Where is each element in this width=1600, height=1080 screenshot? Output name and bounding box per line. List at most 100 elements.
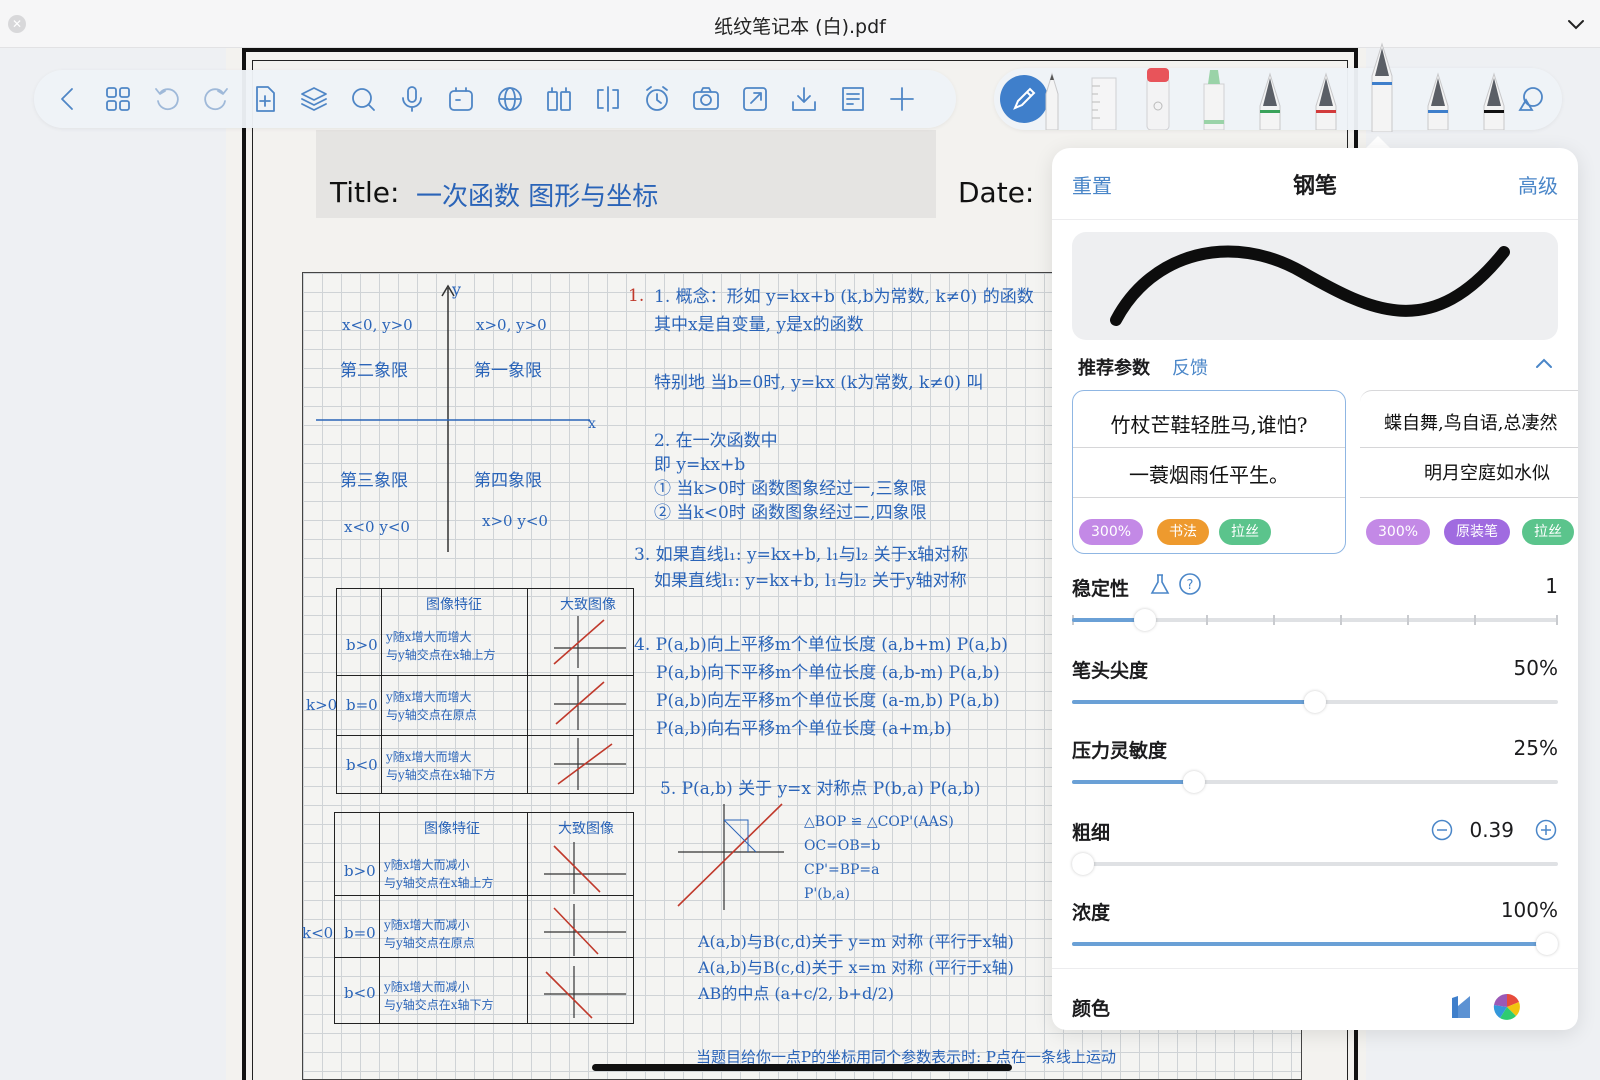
help-icon[interactable]: ? xyxy=(1178,572,1202,596)
color-setting: 颜色 xyxy=(1072,994,1558,1021)
pen-settings-popover: 重置 钢笔 高级 推荐参数 反馈 竹杖芒鞋轻胜马,谁怕? 一蓑烟雨任平生。 30… xyxy=(1052,148,1578,1030)
notes-icon[interactable] xyxy=(835,81,871,117)
q4-name: 第四象限 xyxy=(474,471,542,491)
note-line-2: 其中x是自变量, y是x的函数 xyxy=(654,315,864,335)
thickness-slider-knob[interactable] xyxy=(1072,853,1094,875)
stability-slider[interactable] xyxy=(1072,609,1558,631)
split-icon[interactable] xyxy=(590,81,626,117)
note-line-15: △BOP ≌ △COP'(AAS) xyxy=(804,814,954,830)
note-line-3: 特别地 当b=0时, y=kx (k为常数, k≠0) 叫 xyxy=(654,373,984,393)
fountain-pen-blue-selected-icon[interactable] xyxy=(1366,36,1398,133)
note-line-7: ② 当k<0时 函数图象经过二,四象限 xyxy=(654,503,927,523)
pressure-slider[interactable] xyxy=(1072,771,1558,793)
preset-card-2[interactable]: 蝶自舞,鸟自语,总凄然 明月空庭如水似 300% 原装笔 拉丝 xyxy=(1360,390,1578,554)
plus-icon[interactable] xyxy=(884,81,920,117)
note-line-13: P(a,b)向右平移m个单位长度 (a+m,b) xyxy=(656,719,952,739)
note-line-5: 即 y=kx+b xyxy=(654,455,746,475)
shapes-tool-icon[interactable] xyxy=(1516,84,1546,114)
plus-circle-icon[interactable] xyxy=(1534,818,1558,842)
opacity-slider-knob[interactable] xyxy=(1536,933,1558,955)
preset-2-tag-style: 原装笔 xyxy=(1444,519,1510,545)
table2-row1-desc1: y随x增大而减小 xyxy=(384,858,470,872)
note-line-10: 4. P(a,b)向上平移m个单位长度 (a,b+m) P(a,b) xyxy=(634,635,1008,655)
home-indicator[interactable] xyxy=(592,1064,1012,1071)
table1-row1-desc1: y随x增大而增大 xyxy=(386,630,472,644)
preset-1-tag-style: 书法 xyxy=(1157,519,1209,545)
stability-slider-knob[interactable] xyxy=(1133,609,1156,631)
popover-header: 重置 钢笔 高级 xyxy=(1052,148,1578,220)
sticker-icon[interactable] xyxy=(443,81,479,117)
note-line-11: P(a,b)向下平移m个单位长度 (a,b-m) P(a,b) xyxy=(656,663,1000,683)
q1-name: 第一象限 xyxy=(474,361,542,381)
preset-2-line-1: 蝶自舞,鸟自语,总凄然 xyxy=(1384,413,1558,434)
fountain-pen-blue-icon[interactable] xyxy=(1422,50,1454,131)
thickness-slider[interactable] xyxy=(1072,853,1558,875)
minus-circle-icon[interactable] xyxy=(1430,818,1454,842)
table2-row2-desc1: y随x增大而减小 xyxy=(384,918,470,932)
layers-icon[interactable] xyxy=(296,81,332,117)
table2-row1-cond: b>0 xyxy=(344,862,376,880)
color-label: 颜色 xyxy=(1072,998,1111,1020)
opacity-slider[interactable] xyxy=(1072,933,1558,955)
table2-header-feature: 图像特征 xyxy=(424,821,480,837)
q2-sign: x<0, y>0 xyxy=(342,316,413,334)
table2-row3-cond: b<0 xyxy=(344,984,376,1002)
window-title: 纸纹笔记本 (白).pdf xyxy=(714,16,886,38)
date-label: Date: xyxy=(958,176,1035,209)
timer-icon[interactable] xyxy=(639,81,675,117)
thickness-value: 0.39 xyxy=(1469,818,1514,842)
pressure-value: 25% xyxy=(1513,736,1558,760)
title-handwriting: 一次函数 图形与坐标 xyxy=(416,182,659,212)
add-page-icon[interactable] xyxy=(247,81,283,117)
stability-value: 1 xyxy=(1545,574,1558,598)
camera-icon[interactable] xyxy=(688,81,724,117)
pressure-slider-knob[interactable] xyxy=(1182,771,1205,793)
color-wheel-icon[interactable] xyxy=(1492,992,1522,1022)
back-icon[interactable] xyxy=(50,81,86,117)
table2-sketches xyxy=(544,842,626,1019)
note-line-20: A(a,b)与B(c,d)关于 x=m 对称 (平行于x轴) xyxy=(698,958,1014,977)
stroke-preview xyxy=(1072,232,1558,340)
note-line-12: P(a,b)向左平移m个单位长度 (a-m,b) P(a,b) xyxy=(656,691,1000,711)
pen-color-swatch-icon[interactable] xyxy=(1448,992,1474,1018)
opacity-value: 100% xyxy=(1500,898,1558,922)
table2-header-graph: 大致图像 xyxy=(558,821,614,837)
tip-sharpness-slider-knob[interactable] xyxy=(1304,691,1326,713)
pencil-tool-icon[interactable] xyxy=(1036,50,1068,131)
table1-header-graph: 大致图像 xyxy=(560,597,616,613)
chevron-up-icon[interactable] xyxy=(1532,352,1556,376)
q1-sign: x>0, y>0 xyxy=(476,316,547,334)
preset-card-1[interactable]: 竹杖芒鞋轻胜马,谁怕? 一蓑烟雨任平生。 300% 书法 拉丝 xyxy=(1072,390,1346,554)
fountain-pen-green-icon[interactable] xyxy=(1254,50,1286,131)
q3-sign: x<0 y<0 xyxy=(344,518,410,536)
microphone-icon[interactable] xyxy=(394,81,430,117)
redo-icon[interactable] xyxy=(198,81,234,117)
ruler-tool-icon[interactable] xyxy=(1088,50,1120,131)
note-line-1: 1. 概念：形如 y=kx+b (k,b为常数, k≠0) 的函数 xyxy=(654,287,1034,307)
q4-sign: x>0 y<0 xyxy=(482,512,548,530)
download-icon[interactable] xyxy=(786,81,822,117)
book-icon[interactable] xyxy=(541,81,577,117)
search-icon[interactable] xyxy=(345,81,381,117)
eraser-tool-icon[interactable] xyxy=(1142,50,1174,131)
feedback-link[interactable]: 反馈 xyxy=(1172,354,1208,380)
grid-icon[interactable] xyxy=(100,81,136,117)
highlighter-tool-icon[interactable] xyxy=(1198,50,1230,131)
table2-side-label: k<0 xyxy=(302,924,334,942)
table1-side-label: k>0 xyxy=(306,696,338,714)
q2-name: 第二象限 xyxy=(340,361,408,381)
tip-sharpness-slider[interactable] xyxy=(1072,691,1558,713)
fountain-pen-black-icon[interactable] xyxy=(1478,50,1510,131)
note-line-19: A(a,b)与B(c,d)关于 y=m 对称 (平行于x轴) xyxy=(698,932,1014,951)
table2-row1-desc2: 与y轴交点在x轴上方 xyxy=(384,876,494,890)
note-line-8: 3. 如果直线l₁: y=kx+b, l₁与l₂ 关于x轴对称 xyxy=(634,545,969,565)
export-icon[interactable] xyxy=(737,81,773,117)
note-line-14: 5. P(a,b) 关于 y=x 对称点 P(b,a) P(a,b) xyxy=(660,779,981,799)
chevron-down-icon[interactable] xyxy=(1566,14,1586,34)
undo-icon[interactable] xyxy=(149,81,185,117)
globe-icon[interactable] xyxy=(492,81,528,117)
table1-row3-desc2: 与y轴交点在x轴下方 xyxy=(386,768,496,782)
fountain-pen-red-icon[interactable] xyxy=(1310,50,1342,131)
table1-header-feature: 图像特征 xyxy=(426,597,482,613)
advanced-button[interactable]: 高级 xyxy=(1518,170,1558,199)
